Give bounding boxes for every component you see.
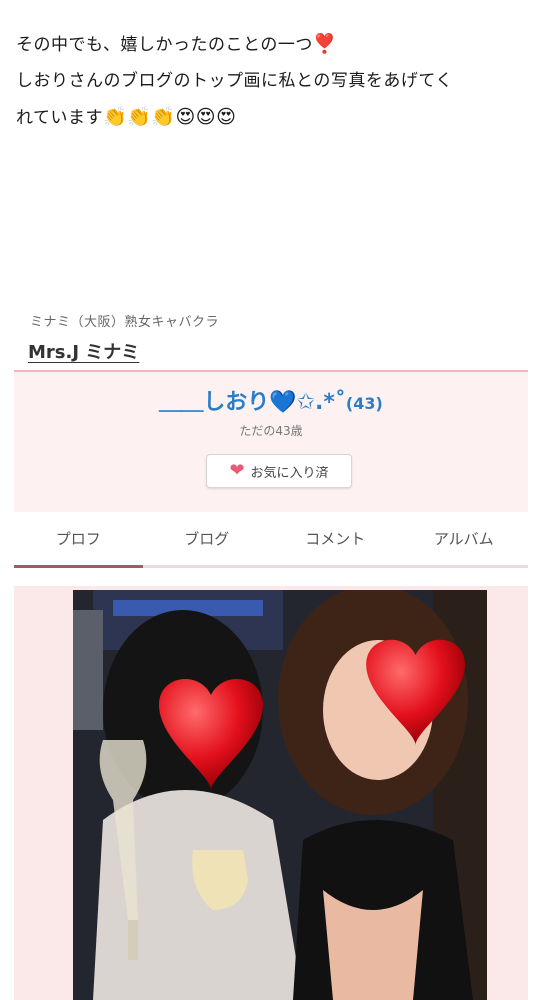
profile-name-text: ＿＿しおり💙✩.*˚ (159, 390, 346, 415)
intro-line-3-text: れています (16, 108, 103, 128)
shop-subtitle: ミナミ（大阪）熟女キャバクラ (30, 315, 220, 330)
top-photo[interactable] (73, 590, 487, 1000)
profile-age-text: ただの43歳 (239, 424, 303, 438)
profile-card: ＿＿しおり💙✩.*˚(43) ただの43歳 ❤ お気に入り済 (14, 370, 528, 512)
tab-album[interactable]: アルバム (400, 512, 529, 565)
clap-and-heart-eyes-icons: 👏👏👏😍😍😍 (103, 106, 237, 128)
intro-line-2: しおりさんのブログのトップ画に私との写真をあげてく (16, 71, 453, 91)
intro-line-1: その中でも、嬉しかったのことの一つ❣️ (16, 26, 536, 63)
blog-intro-text: その中でも、嬉しかったのことの一つ❣️ しおりさんのブログのトップ画に私との写真… (16, 26, 536, 136)
heart-icon: ❤ (229, 460, 245, 481)
favorite-button[interactable]: ❤ お気に入り済 (206, 454, 352, 488)
top-photo-frame (14, 586, 528, 1000)
profile-tabs: プロフ ブログ コメント アルバム (14, 512, 528, 568)
profile-age-badge: (43) (345, 394, 383, 413)
profile-name: ＿＿しおり💙✩.*˚(43) (14, 384, 528, 416)
tab-comment[interactable]: コメント (271, 512, 400, 565)
intro-line-1-text: その中でも、嬉しかったのことの一つ (16, 35, 313, 55)
shop-name-link[interactable]: Mrs.J ミナミ (28, 338, 139, 364)
exclamation-heart-icon: ❣️ (312, 33, 337, 55)
tab-blog[interactable]: ブログ (143, 512, 272, 565)
photo-illustration (73, 590, 487, 1000)
tab-profile[interactable]: プロフ (14, 512, 143, 568)
favorite-button-label: お気に入り済 (250, 465, 329, 481)
intro-line-3: れています👏👏👏😍😍😍 (16, 99, 536, 136)
